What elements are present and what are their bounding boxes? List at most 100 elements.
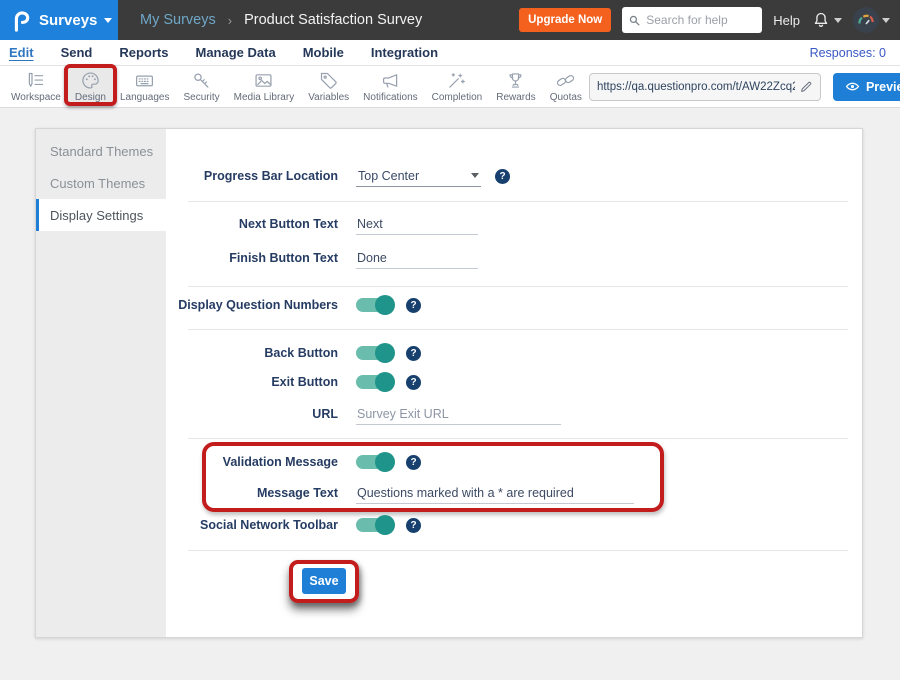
- nav-item-send[interactable]: Send: [61, 45, 93, 60]
- field-label: Message Text: [166, 486, 338, 500]
- tool-completion[interactable]: Completion: [425, 66, 490, 107]
- design-toolbar: Workspace Design Languages Security Medi…: [0, 66, 900, 108]
- message-text-row: Message Text: [166, 482, 862, 504]
- divider: [188, 286, 848, 287]
- next-button-text-input[interactable]: [356, 214, 478, 235]
- notifications-bell-button[interactable]: [811, 10, 842, 30]
- finish-button-text-input[interactable]: [356, 248, 478, 269]
- help-link[interactable]: Help: [773, 13, 800, 28]
- tool-notifications[interactable]: Notifications: [356, 66, 424, 107]
- help-icon[interactable]: ?: [406, 518, 421, 533]
- sidebar-item-custom-themes[interactable]: Custom Themes: [36, 167, 166, 199]
- progress-bar-location-select[interactable]: Top Center: [356, 166, 481, 187]
- security-icon: [191, 70, 212, 91]
- back-button-toggle[interactable]: [356, 346, 392, 360]
- tool-languages[interactable]: Languages: [113, 66, 177, 107]
- exit-url-row: URL: [166, 403, 862, 425]
- finish-button-text-row: Finish Button Text: [166, 247, 862, 269]
- design-icon: [80, 70, 101, 91]
- save-button[interactable]: Save: [302, 568, 346, 594]
- responses-count[interactable]: Responses: 0: [810, 46, 886, 60]
- media-library-icon: [253, 70, 274, 91]
- tool-variables[interactable]: Variables: [301, 66, 356, 107]
- account-menu-button[interactable]: [853, 7, 890, 33]
- top-header: Surveys My Surveys › Product Satisfactio…: [0, 0, 900, 40]
- chevron-down-icon: [104, 18, 112, 23]
- nav-item-reports[interactable]: Reports: [119, 45, 168, 60]
- nav-item-manage-data[interactable]: Manage Data: [195, 45, 275, 60]
- tool-media-library[interactable]: Media Library: [227, 66, 302, 107]
- display-question-numbers-toggle[interactable]: [356, 298, 392, 312]
- preview-button[interactable]: Preview: [833, 73, 900, 101]
- tool-label: Quotas: [550, 92, 582, 103]
- help-icon[interactable]: ?: [406, 346, 421, 361]
- chevron-down-icon: [834, 18, 842, 23]
- field-label: Next Button Text: [166, 217, 338, 231]
- search-icon: [628, 14, 641, 27]
- survey-nav: Edit Send Reports Manage Data Mobile Int…: [0, 40, 900, 66]
- workspace-icon: [25, 70, 46, 91]
- upgrade-now-button[interactable]: Upgrade Now: [519, 8, 611, 32]
- tool-security[interactable]: Security: [176, 66, 226, 107]
- display-question-numbers-row: Display Question Numbers ?: [166, 294, 862, 316]
- validation-message-row: Validation Message ?: [166, 451, 862, 473]
- tool-quotas[interactable]: Quotas: [543, 66, 589, 107]
- progress-bar-location-row: Progress Bar Location Top Center ?: [166, 165, 862, 187]
- avatar: [853, 7, 879, 33]
- tool-design[interactable]: Design: [68, 66, 113, 107]
- next-button-text-row: Next Button Text: [166, 213, 862, 235]
- display-settings-panel: Standard Themes Custom Themes Display Se…: [35, 128, 863, 638]
- tool-rewards[interactable]: Rewards: [489, 66, 542, 107]
- product-switcher-label: Surveys: [39, 12, 97, 29]
- nav-item-mobile[interactable]: Mobile: [303, 45, 344, 60]
- field-label: Social Network Toolbar: [166, 518, 338, 532]
- questionpro-logo-icon: [10, 8, 32, 32]
- completion-icon: [446, 70, 467, 91]
- validation-message-toggle[interactable]: [356, 455, 392, 469]
- tool-workspace[interactable]: Workspace: [4, 66, 68, 107]
- social-network-toolbar-toggle[interactable]: [356, 518, 392, 532]
- themes-sidebar: Standard Themes Custom Themes Display Se…: [36, 129, 166, 637]
- help-icon[interactable]: ?: [406, 298, 421, 313]
- help-icon[interactable]: ?: [495, 169, 510, 184]
- exit-button-row: Exit Button ?: [166, 371, 862, 393]
- page-title: Product Satisfaction Survey: [244, 12, 422, 28]
- chevron-down-icon: [882, 18, 890, 23]
- tool-label: Variables: [308, 92, 349, 103]
- save-area: Save: [302, 568, 346, 594]
- nav-item-edit[interactable]: Edit: [9, 45, 34, 60]
- field-label: URL: [166, 407, 338, 421]
- rewards-icon: [505, 70, 526, 91]
- help-search[interactable]: [622, 7, 762, 33]
- toolbar-right: Preview: [589, 66, 900, 107]
- message-text-input[interactable]: [356, 483, 634, 504]
- help-icon[interactable]: ?: [406, 455, 421, 470]
- divider: [188, 201, 848, 202]
- divider: [188, 329, 848, 330]
- nav-item-integration[interactable]: Integration: [371, 45, 438, 60]
- search-input[interactable]: [646, 13, 756, 27]
- social-network-toolbar-row: Social Network Toolbar ?: [166, 514, 862, 536]
- edit-url-pencil-icon[interactable]: [799, 80, 813, 94]
- divider: [188, 550, 848, 551]
- divider: [188, 438, 848, 439]
- help-icon[interactable]: ?: [406, 375, 421, 390]
- breadcrumb: My Surveys › Product Satisfaction Survey: [140, 12, 422, 28]
- tool-label: Design: [75, 92, 106, 103]
- exit-button-toggle[interactable]: [356, 375, 392, 389]
- breadcrumb-parent[interactable]: My Surveys: [140, 12, 216, 28]
- survey-url-field[interactable]: [589, 73, 821, 101]
- tool-label: Workspace: [11, 92, 61, 103]
- sidebar-item-standard-themes[interactable]: Standard Themes: [36, 135, 166, 167]
- chevron-down-icon: [471, 173, 479, 178]
- product-switcher[interactable]: Surveys: [0, 0, 118, 40]
- settings-form: Progress Bar Location Top Center ? Next …: [166, 129, 862, 637]
- eye-icon: [845, 79, 860, 94]
- survey-url-input[interactable]: [597, 81, 795, 93]
- tool-label: Media Library: [234, 92, 295, 103]
- sidebar-item-display-settings[interactable]: Display Settings: [36, 199, 166, 231]
- field-label: Back Button: [166, 346, 338, 360]
- survey-exit-url-input[interactable]: [356, 404, 561, 425]
- notifications-icon: [380, 70, 401, 91]
- field-label: Exit Button: [166, 375, 338, 389]
